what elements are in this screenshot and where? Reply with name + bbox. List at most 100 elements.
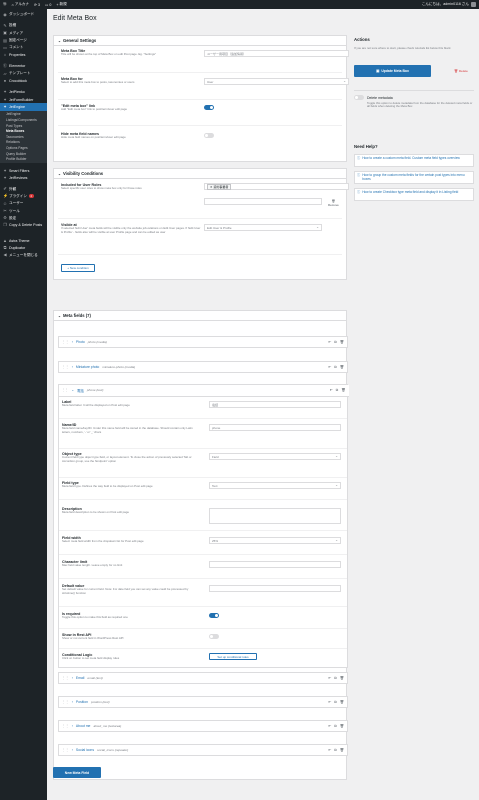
export-icon[interactable]: ⇤: [328, 700, 331, 704]
drag-handle-icon[interactable]: ⋮⋮: [62, 676, 69, 680]
chevron-right-icon[interactable]: ›: [72, 340, 73, 344]
label-input[interactable]: 電話: [209, 401, 341, 408]
copy-icon[interactable]: ⧉: [336, 388, 338, 392]
copy-icon[interactable]: ⧉: [334, 724, 336, 728]
meta-field-row-social-icons[interactable]: ⋮⋮ › Social icons social_icons (repeater)…: [58, 744, 348, 756]
drag-handle-icon[interactable]: ⋮⋮: [62, 748, 69, 752]
delete-button[interactable]: 🗑 Delete: [454, 69, 468, 73]
export-icon[interactable]: ⇤: [328, 365, 331, 369]
drag-handle-icon[interactable]: ⋮⋮: [62, 388, 69, 392]
sidebar-item-jetplenko[interactable]: ✦ JetPlenko: [0, 89, 47, 96]
chevron-right-icon[interactable]: ›: [72, 365, 73, 369]
trash-icon[interactable]: 🗑: [340, 724, 344, 728]
user-roles-search[interactable]: [204, 198, 322, 205]
copy-icon[interactable]: ⧉: [334, 748, 336, 752]
visible-at-select[interactable]: Edit User & Profile: [204, 224, 322, 231]
chevron-down-icon[interactable]: ⌄: [71, 388, 74, 392]
drag-handle-icon[interactable]: ⋮⋮: [62, 340, 69, 344]
trash-icon[interactable]: 🗑: [340, 676, 344, 680]
meta-box-title-input[interactable]: ユーザー用項目（追加情報）: [204, 50, 349, 57]
meta-field-row-phone[interactable]: ⋮⋮ ⌄ 電話 phone (text) ⇤ ⧉ 🗑: [58, 384, 349, 397]
export-icon[interactable]: ⇤: [328, 748, 331, 752]
export-icon[interactable]: ⇤: [328, 340, 331, 344]
wordpress-logo-icon[interactable]: Ⓦ: [3, 2, 7, 7]
avatar[interactable]: [471, 2, 476, 7]
sidebar-item-copy-delete[interactable]: ❐ Copy & Delete Posts: [0, 222, 47, 233]
export-icon[interactable]: ⇤: [330, 388, 333, 392]
is-required-toggle[interactable]: [209, 613, 219, 618]
export-icon[interactable]: ⇤: [328, 724, 331, 728]
chevron-right-icon[interactable]: ›: [72, 700, 73, 704]
edit-link-toggle[interactable]: [204, 105, 214, 110]
site-name-link[interactable]: ⌂ アルカナ: [12, 2, 29, 7]
user-roles-select[interactable]: ✕ 契約事業者: [204, 183, 349, 190]
new-meta-field-button[interactable]: New Meta Field: [53, 767, 101, 778]
name-id-input[interactable]: phone: [209, 424, 341, 431]
greeting-text[interactable]: こんにちは、admin0116 さん: [422, 2, 469, 7]
sidebar-item-jetreviews[interactable]: ✦ JetReviews: [0, 174, 47, 181]
sidebar-item-dashboard[interactable]: ◉ ダッシュボード: [0, 11, 47, 18]
meta-field-row-miniature-photo[interactable]: ⋮⋮ › Miniature photo miniature-photo (med…: [58, 361, 348, 373]
comments-link[interactable]: ▭ 0: [45, 3, 51, 7]
meta-field-row-position[interactable]: ⋮⋮ › Position position (text) ⇤ ⧉ 🗑: [58, 696, 348, 708]
rest-api-toggle[interactable]: [209, 634, 219, 639]
sidebar-collapse-menu[interactable]: ◀ メニューを閉じる: [0, 252, 47, 259]
help-link-custom-fields[interactable]: ⓘ How to create a custom meta field. Cust…: [354, 154, 474, 167]
field-width-select[interactable]: 25%: [209, 537, 341, 544]
trash-icon[interactable]: 🗑: [340, 340, 344, 344]
meta-field-row-about-me[interactable]: ⋮⋮ › About me about_me (textarea) ⇤ ⧉ 🗑: [58, 720, 348, 732]
delete-metadata-toggle[interactable]: [354, 95, 364, 100]
trash-icon[interactable]: 🗑: [340, 365, 344, 369]
meta-field-row-photo[interactable]: ⋮⋮ › Photo photo (media) ⇤ ⧉ 🗑: [58, 336, 348, 348]
chevron-right-icon[interactable]: ›: [72, 676, 73, 680]
sidebar-item-crocoblock[interactable]: ● Crocoblock: [0, 77, 47, 84]
sidebar-item-media[interactable]: ▣ メディア: [0, 30, 47, 37]
sidebar-item-appearance[interactable]: ✐ 外観: [0, 186, 47, 193]
description-textarea[interactable]: [209, 508, 341, 524]
sidebar-item-properties[interactable]: ⌂ Properties: [0, 51, 47, 58]
sidebar-item-templates[interactable]: ▱ テンプレート: [0, 70, 47, 77]
visibility-header[interactable]: ⌄ Visibility Conditions: [54, 169, 346, 179]
copy-icon[interactable]: ⧉: [334, 340, 336, 344]
role-tag[interactable]: ✕ 契約事業者: [207, 183, 232, 190]
new-condition-button[interactable]: + New condition: [61, 264, 95, 272]
meta-fields-header[interactable]: ⌄ Meta fields (7): [54, 311, 346, 321]
sidebar-item-settings[interactable]: ⚙ 設定: [0, 215, 47, 222]
sidebar-item-jetformbuilder[interactable]: ✦ JetFormBuilder: [0, 96, 47, 103]
sidebar-item-comments[interactable]: ▭ コメント: [0, 44, 47, 51]
drag-handle-icon[interactable]: ⋮⋮: [62, 724, 69, 728]
update-meta-box-button[interactable]: ▣ Update Meta Box: [354, 65, 431, 77]
copy-icon[interactable]: ⧉: [334, 365, 336, 369]
chevron-right-icon[interactable]: ›: [72, 724, 73, 728]
meta-box-for-select[interactable]: User: [204, 78, 349, 85]
sidebar-item-users[interactable]: ☺ ユーザー: [0, 200, 47, 207]
field-type-select[interactable]: Text: [209, 482, 341, 489]
sidebar-item-tools[interactable]: ✂ ツール: [0, 207, 47, 214]
trash-icon[interactable]: 🗑: [340, 700, 344, 704]
copy-icon[interactable]: ⧉: [334, 676, 336, 680]
sidebar-item-duplicator[interactable]: ⧉ Duplicator: [0, 244, 47, 251]
copy-icon[interactable]: ⧉: [334, 700, 336, 704]
conditional-rules-button[interactable]: Set up conditional rules: [209, 653, 257, 660]
sidebar-item-plugins[interactable]: ⚡ プラグイン 2: [0, 193, 47, 200]
sidebar-item-pages[interactable]: ▤ 固定ページ: [0, 37, 47, 44]
object-type-select[interactable]: Field: [209, 453, 341, 460]
drag-handle-icon[interactable]: ⋮⋮: [62, 700, 69, 704]
sidebar-item-elementor[interactable]: Ⓔ Elementor: [0, 63, 47, 70]
new-content-link[interactable]: + 新規: [56, 2, 66, 7]
drag-handle-icon[interactable]: ⋮⋮: [62, 365, 69, 369]
trash-icon[interactable]: 🗑: [340, 748, 344, 752]
help-link-group-fields[interactable]: ⓘ How to group the custom meta fields for…: [354, 171, 474, 184]
sidebar-item-posts[interactable]: ✎ 投稿: [0, 22, 47, 29]
export-icon[interactable]: ⇤: [328, 676, 331, 680]
character-limit-input[interactable]: [209, 561, 341, 568]
trash-icon[interactable]: 🗑: [341, 388, 345, 392]
updates-link[interactable]: ⟳ 3: [34, 3, 40, 7]
chevron-right-icon[interactable]: ›: [72, 748, 73, 752]
sidebar-item-astra[interactable]: ▲ Astra Theme: [0, 237, 47, 244]
help-link-checkbox[interactable]: ⓘ How to create Checkbox type meta field …: [354, 188, 474, 201]
general-settings-header[interactable]: ⌄ General Settings: [54, 36, 346, 46]
hide-names-toggle[interactable]: [204, 133, 214, 138]
default-value-input[interactable]: [209, 585, 341, 592]
remove-condition-button[interactable]: 🗑 Remove: [328, 199, 339, 207]
